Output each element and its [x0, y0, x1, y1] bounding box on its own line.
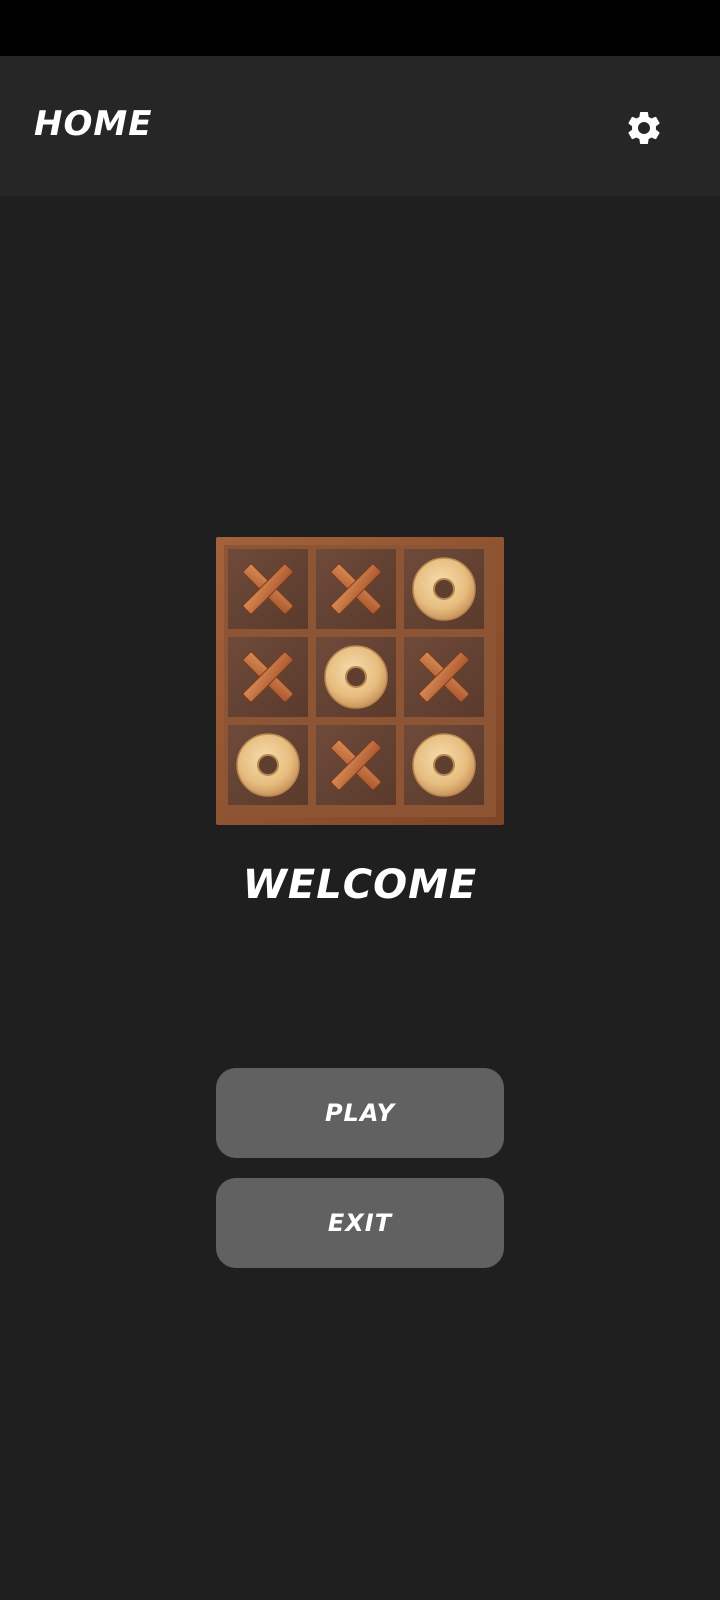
board-cell: [404, 637, 484, 717]
page-title: HOME: [34, 104, 153, 144]
board-cell: [404, 725, 484, 805]
gear-icon: [628, 111, 660, 144]
board-cell: [316, 637, 396, 717]
welcome-heading: WELCOME: [242, 862, 478, 908]
board-cell: [228, 637, 308, 717]
board-cell: [228, 549, 308, 629]
board-cell: [404, 549, 484, 629]
status-bar: [0, 0, 720, 56]
board-cell: [228, 725, 308, 805]
exit-button[interactable]: EXIT: [216, 1178, 504, 1268]
settings-button[interactable]: [620, 104, 668, 152]
board-cell: [316, 549, 396, 629]
board-cell: [316, 725, 396, 805]
play-button[interactable]: PLAY: [216, 1068, 504, 1158]
app-bar: HOME: [0, 56, 720, 196]
tic-tac-toe-board-image: [216, 537, 504, 825]
